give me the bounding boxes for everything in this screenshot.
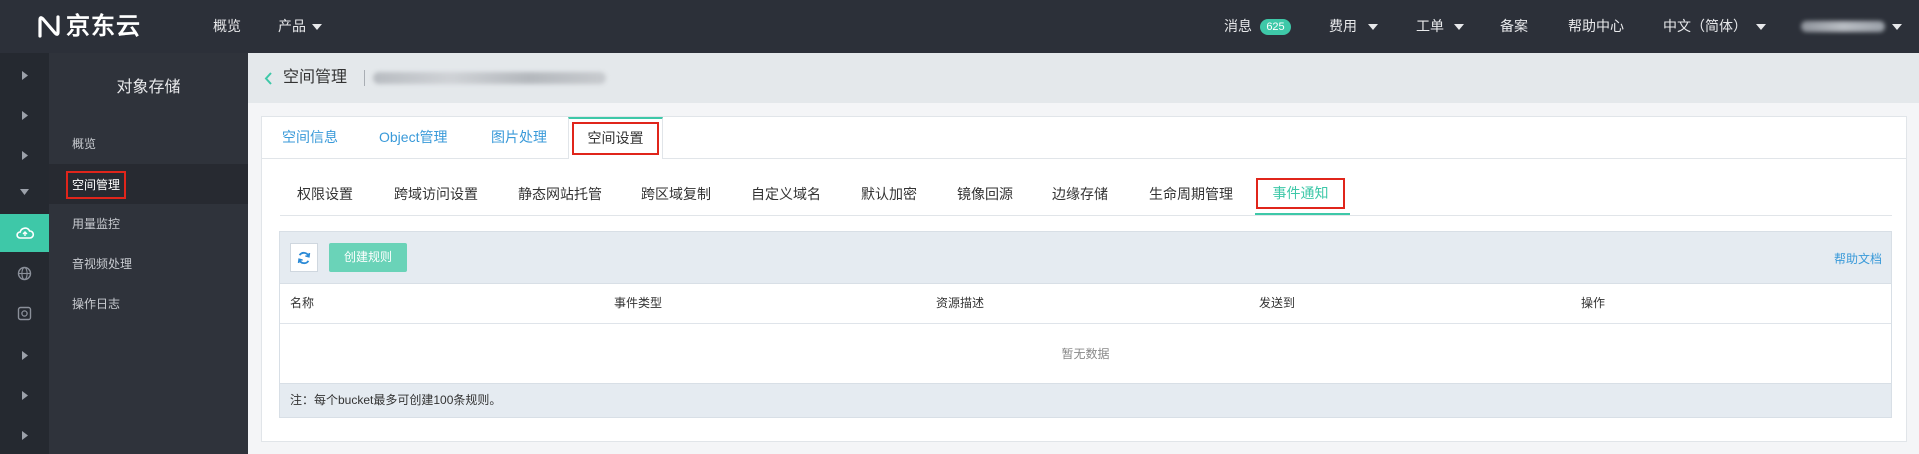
chevron-right-icon [21, 70, 28, 80]
message-count-badge[interactable]: 625 [1260, 19, 1291, 35]
nav-messages[interactable]: 消息 [1224, 0, 1252, 53]
rail-item[interactable] [0, 56, 49, 94]
chevron-down-icon[interactable] [312, 24, 322, 30]
sidebar-item-label: 空间管理 [66, 170, 127, 199]
column-name: 名称 [290, 296, 315, 310]
page-header: 空间管理 [248, 53, 1919, 103]
bucket-name [373, 72, 606, 84]
help-docs-link[interactable]: 帮助文档 [1834, 250, 1882, 268]
rail-item[interactable] [0, 136, 49, 174]
rail-item[interactable] [0, 416, 49, 454]
nav-help-center[interactable]: 帮助中心 [1568, 0, 1624, 53]
logo-text[interactable]: 京东云 [66, 0, 141, 53]
chevron-down-icon[interactable] [1892, 24, 1902, 30]
cloud-storage-icon [15, 227, 34, 239]
sidebar-item-usage-monitoring[interactable]: 用量监控 [49, 204, 248, 244]
nav-language[interactable]: 中文（简体） [1663, 0, 1747, 53]
tab-bucket-settings[interactable]: 空间设置 [568, 117, 663, 159]
subtab-lifecycle[interactable]: 生命周期管理 [1149, 180, 1233, 208]
tab-label: 空间设置 [572, 122, 659, 155]
column-resource-description: 资源描述 [936, 296, 985, 310]
chevron-right-icon [21, 110, 28, 120]
column-event-type: 事件类型 [614, 296, 663, 310]
nav-tickets[interactable]: 工单 [1416, 0, 1444, 53]
tab-bar-divider [262, 158, 1906, 159]
sidebar-title: 对象存储 [116, 79, 181, 96]
rail-item[interactable] [0, 173, 49, 211]
sidebar-item-bucket-management[interactable]: 空间管理 [49, 164, 248, 204]
subtab-permissions[interactable]: 权限设置 [297, 180, 353, 208]
rail-item[interactable] [0, 336, 49, 374]
chevron-down-icon[interactable] [1756, 24, 1766, 30]
tab-image-processing[interactable]: 图片处理 [491, 117, 547, 158]
nav-icp-filing[interactable]: 备案 [1500, 0, 1528, 53]
nav-overview[interactable]: 概览 [213, 0, 241, 53]
chevron-right-icon [21, 150, 28, 160]
chevron-right-icon [21, 350, 28, 360]
refresh-icon [297, 251, 311, 264]
title-divider [364, 70, 365, 86]
globe-icon [17, 266, 32, 280]
sidebar-item-media-processing[interactable]: 音视频处理 [49, 244, 248, 284]
sidebar-item-overview[interactable]: 概览 [49, 124, 248, 164]
sidebar-item-operation-log[interactable]: 操作日志 [49, 284, 248, 324]
table-header: 名称 事件类型 资源描述 发送到 操作 [280, 284, 1891, 324]
empty-state: 暂无数据 [280, 324, 1891, 384]
subtab-mirror-origin[interactable]: 镜像回源 [957, 180, 1013, 208]
subtab-event-notification[interactable]: 事件通知 [1256, 178, 1345, 209]
subtab-static-website[interactable]: 静态网站托管 [518, 180, 602, 208]
chevron-down-icon[interactable] [1454, 24, 1464, 30]
column-actions: 操作 [1581, 296, 1606, 310]
chevron-right-icon [21, 390, 28, 400]
create-rule-button[interactable]: 创建规则 [329, 243, 407, 272]
nav-billing[interactable]: 费用 [1329, 0, 1357, 53]
subtab-default-encryption[interactable]: 默认加密 [861, 180, 917, 208]
rail-item[interactable] [0, 294, 49, 332]
product-rail [0, 53, 49, 454]
tab-bucket-info[interactable]: 空间信息 [282, 117, 338, 158]
refresh-button[interactable] [290, 243, 318, 272]
rail-item-object-storage[interactable] [0, 214, 49, 252]
subtab-custom-domain[interactable]: 自定义域名 [751, 180, 821, 208]
rail-item[interactable] [0, 376, 49, 414]
service-sidebar: 对象存储 概览 空间管理 用量监控 音视频处理 操作日志 [49, 53, 248, 454]
rail-item[interactable] [0, 96, 49, 134]
chevron-left-icon[interactable] [264, 72, 272, 85]
jdcloud-logo-icon[interactable] [36, 14, 62, 40]
chevron-down-icon [20, 189, 29, 195]
rule-limit-note: 注：每个bucket最多可创建100条规则。 [280, 384, 1891, 417]
user-account-name[interactable] [1801, 21, 1885, 32]
subtab-cors[interactable]: 跨域访问设置 [394, 180, 478, 208]
tab-object-management[interactable]: Object管理 [379, 117, 447, 158]
container-icon [17, 306, 32, 320]
subtab-cross-region-replication[interactable]: 跨区域复制 [641, 180, 711, 208]
page-title: 空间管理 [283, 69, 348, 86]
event-rules-table: 创建规则 帮助文档 名称 事件类型 资源描述 发送到 操作 暂无数据 注：每个b… [279, 231, 1892, 418]
column-send-to: 发送到 [1259, 296, 1296, 310]
subtab-active-indicator [1255, 213, 1350, 215]
subtab-edge-storage[interactable]: 边缘存储 [1052, 180, 1108, 208]
rail-item[interactable] [0, 254, 49, 292]
chevron-down-icon[interactable] [1368, 24, 1378, 30]
table-toolbar: 创建规则 帮助文档 [280, 232, 1891, 284]
subtab-divider [280, 215, 1892, 216]
chevron-right-icon [21, 430, 28, 440]
nav-products[interactable]: 产品 [278, 0, 306, 53]
top-navbar: 京东云 概览 产品 消息 625 费用 工单 备案 帮助中心 中文（简体） [0, 0, 1919, 53]
bucket-detail-panel: 空间信息 Object管理 图片处理 空间设置 权限设置 跨域访问设置 静态网站… [261, 116, 1907, 442]
